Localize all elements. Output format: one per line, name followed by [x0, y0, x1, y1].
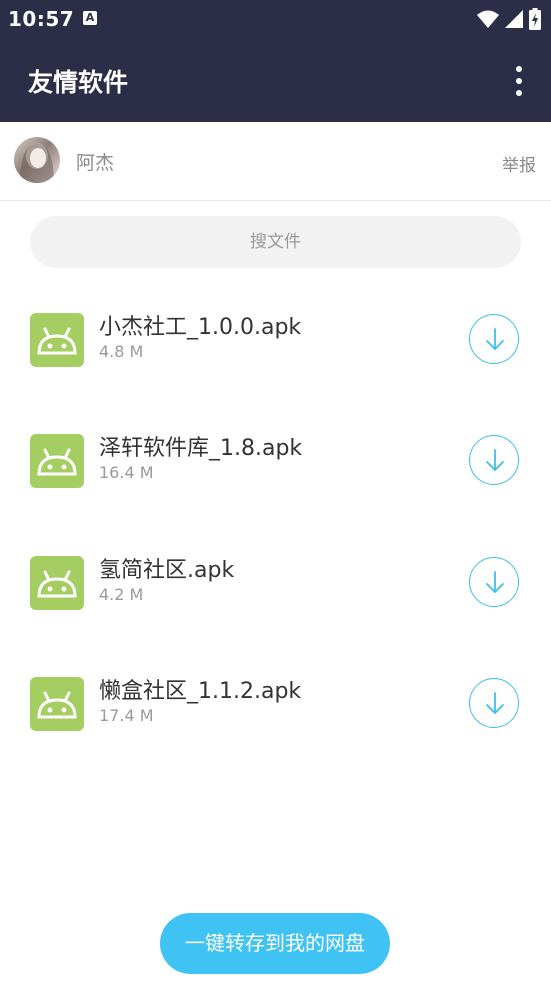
android-icon: [30, 434, 84, 488]
page-title: 友情软件: [28, 68, 129, 97]
android-icon: [30, 556, 84, 610]
wifi-icon: [477, 9, 499, 33]
download-button[interactable]: [469, 314, 519, 364]
save-to-drive-button[interactable]: 一键转存到我的网盘: [160, 913, 390, 974]
list-item[interactable]: 泽轩软件库_1.8.apk 16.4 M: [0, 434, 551, 534]
screen: 10:57 A 友情软件 阿杰 举报 搜文件 小杰社工_1.0.0.apk 4.…: [0, 0, 551, 985]
file-name: 小杰社工_1.0.0.apk: [99, 315, 302, 340]
user-row: 阿杰 举报: [0, 122, 551, 201]
notification-a-icon: A: [83, 11, 97, 25]
menu-dot: [516, 66, 522, 72]
menu-dot: [516, 90, 522, 96]
battery-icon: [529, 8, 541, 34]
android-icon: [30, 313, 84, 367]
file-name: 懒盒社区_1.1.2.apk: [99, 679, 302, 704]
file-size: 4.8 M: [99, 342, 144, 361]
user-name[interactable]: 阿杰: [76, 148, 114, 175]
avatar[interactable]: [14, 137, 60, 183]
list-item[interactable]: 氢简社区.apk 4.2 M: [0, 556, 551, 656]
more-vert-icon[interactable]: [507, 66, 531, 96]
download-arrow-icon: [486, 571, 504, 593]
android-icon: [30, 677, 84, 731]
signal-icon: [505, 10, 523, 32]
download-arrow-icon: [486, 692, 504, 714]
download-button[interactable]: [469, 678, 519, 728]
file-size: 4.2 M: [99, 585, 144, 604]
file-size: 16.4 M: [99, 463, 154, 482]
file-name: 氢简社区.apk: [99, 558, 235, 583]
list-item[interactable]: 懒盒社区_1.1.2.apk 17.4 M: [0, 677, 551, 777]
list-item[interactable]: 小杰社工_1.0.0.apk 4.8 M: [0, 313, 551, 413]
search-input[interactable]: 搜文件: [30, 216, 521, 268]
download-button[interactable]: [469, 435, 519, 485]
menu-dot: [516, 78, 522, 84]
file-size: 17.4 M: [99, 706, 154, 725]
file-name: 泽轩软件库_1.8.apk: [99, 436, 303, 461]
download-arrow-icon: [486, 449, 504, 471]
report-link[interactable]: 举报: [502, 151, 536, 176]
download-button[interactable]: [469, 557, 519, 607]
download-arrow-icon: [486, 328, 504, 350]
status-time: 10:57: [8, 7, 75, 31]
top-bar: 10:57 A 友情软件: [0, 0, 551, 122]
status-icons: [477, 8, 541, 34]
